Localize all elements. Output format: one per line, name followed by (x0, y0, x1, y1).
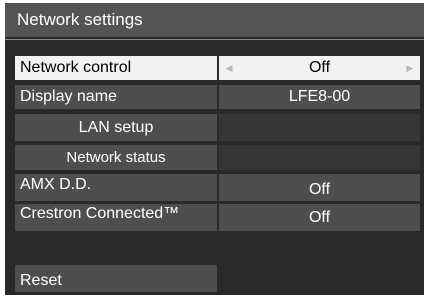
arrow-right-icon[interactable]: ▶ (402, 56, 418, 80)
arrow-left-icon[interactable]: ◀ (221, 56, 237, 80)
network-control-value-text: Off (308, 59, 331, 76)
crestron-connected-label[interactable]: Crestron Connected™ (15, 204, 217, 231)
menu-title: Network settings (5, 3, 424, 37)
network-control-value[interactable]: ◀ Off ▶ (219, 56, 420, 80)
network-status-button[interactable]: Network status (15, 145, 217, 170)
display-name-label[interactable]: Display name (15, 85, 217, 109)
display-name-value[interactable]: LFE8-00 (219, 85, 420, 109)
network-settings-panel: Network settings Network control ◀ Off ▶… (5, 3, 424, 295)
amx-dd-label[interactable]: AMX D.D. (15, 174, 217, 201)
title-divider (5, 39, 424, 40)
network-control-label[interactable]: Network control (15, 56, 217, 80)
lan-setup-button[interactable]: LAN setup (15, 114, 217, 141)
lan-setup-value-area (219, 114, 420, 141)
amx-dd-value[interactable]: Off (219, 174, 420, 201)
crestron-connected-value[interactable]: Off (219, 204, 420, 231)
network-status-value-area (219, 145, 420, 170)
reset-button[interactable]: Reset (15, 265, 217, 292)
